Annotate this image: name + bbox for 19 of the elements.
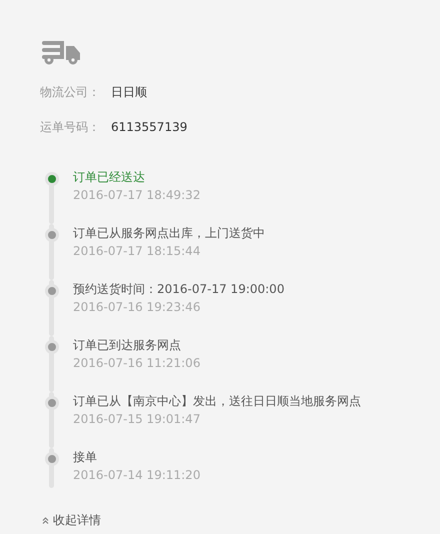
status-time: 2016-07-14 19:11:20	[73, 467, 200, 484]
status-time: 2016-07-15 19:01:47	[73, 411, 202, 428]
status-time: 2016-07-16 19:23:46	[73, 299, 202, 316]
chevron-up-icon	[42, 517, 49, 524]
field-label: 运单号码：	[40, 120, 101, 135]
status-text: 订单已从服务网点出库，上门送货中	[73, 225, 265, 242]
status-text: 订单已从【南京中心】发出，送往日日顺当地服务网点	[73, 393, 361, 410]
status-text: 订单已经送达	[73, 169, 146, 186]
field-label: 物流公司：	[40, 85, 101, 100]
status-text: 预约送货时间：2016-07-17 19:00:00	[73, 281, 284, 298]
status-time: 2016-07-16 11:21:06	[73, 355, 200, 372]
field-value: 6113557139	[111, 120, 188, 135]
field-value: 日日顺	[111, 85, 147, 100]
status-text: 接单	[73, 449, 98, 466]
truck-icon	[42, 40, 81, 65]
status-time: 2016-07-17 18:49:32	[73, 187, 200, 204]
status-text: 订单已到达服务网点	[73, 337, 182, 354]
status-time: 2016-07-17 18:15:44	[73, 243, 202, 260]
collapse-link[interactable]: 收起详情	[40, 512, 101, 529]
